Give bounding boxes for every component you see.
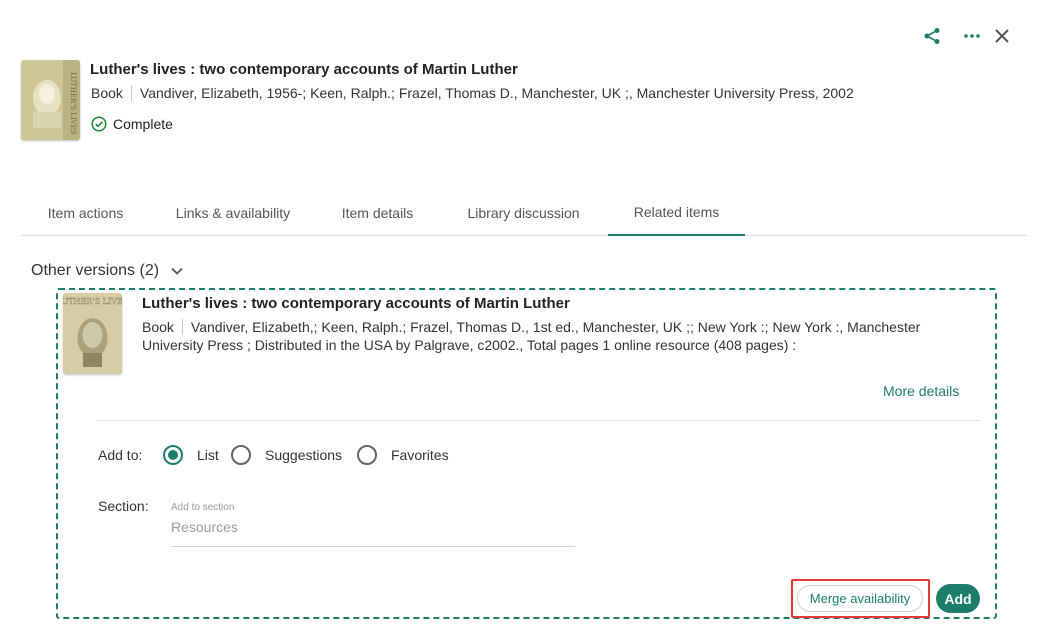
- version-metadata: Book Vandiver, Elizabeth,; Keen, Ralph.; …: [142, 318, 942, 354]
- record-details: Vandiver, Elizabeth, 1956-; Keen, Ralph.…: [139, 85, 854, 101]
- version-details-line2: University Press ; Distributed in the US…: [142, 337, 797, 353]
- tab-links-availability[interactable]: Links & availability: [150, 190, 316, 236]
- book-cover-image: LUTHER'S LIVES: [21, 60, 80, 140]
- merge-highlight-box: Merge availability: [791, 579, 930, 618]
- section-floating-label: Add to section: [171, 502, 235, 513]
- radio-checked-icon: [163, 445, 183, 465]
- cover-text: LUTHER'S LIVES: [69, 72, 77, 135]
- tab-related-items[interactable]: Related items: [608, 190, 745, 236]
- section-placeholder: Resources: [171, 519, 238, 535]
- section-input[interactable]: Add to section Resources: [171, 500, 575, 547]
- tab-library-discussion[interactable]: Library discussion: [439, 190, 608, 236]
- status-label: Complete: [113, 116, 173, 132]
- close-button[interactable]: [990, 24, 1014, 48]
- radio-suggestions[interactable]: Suggestions: [231, 445, 342, 465]
- chevron-down-icon: [171, 267, 183, 275]
- record-tabs: Item actions Links & availability Item d…: [21, 190, 1027, 236]
- version-title[interactable]: Luther's lives : two contemporary accoun…: [142, 295, 570, 312]
- merge-availability-button[interactable]: Merge availability: [797, 585, 923, 612]
- version-type: Book: [142, 319, 183, 335]
- radio-list-label: List: [197, 447, 219, 463]
- divider: [97, 420, 980, 421]
- check-circle-icon: [91, 116, 107, 132]
- radio-list[interactable]: List: [163, 445, 219, 465]
- more-details-link[interactable]: More details: [883, 383, 959, 399]
- tab-item-details[interactable]: Item details: [316, 190, 439, 236]
- more-options-button[interactable]: [960, 24, 984, 48]
- share-icon: [924, 28, 940, 44]
- other-versions-toggle[interactable]: Other versions (2): [31, 262, 183, 280]
- version-cover-thumbnail[interactable]: LUTHER'S LIVES: [63, 293, 122, 374]
- add-button[interactable]: Add: [936, 584, 980, 613]
- add-to-label: Add to:: [98, 447, 143, 463]
- other-versions-label: Other versions (2): [31, 262, 160, 279]
- record-type: Book: [91, 85, 132, 101]
- section-label: Section:: [98, 498, 149, 514]
- version-cover-image: LUTHER'S LIVES: [63, 293, 122, 374]
- radio-unchecked-icon: [231, 445, 251, 465]
- radio-unchecked-icon: [357, 445, 377, 465]
- version-cover-text: LUTHER'S LIVES: [63, 297, 122, 306]
- tab-item-actions[interactable]: Item actions: [21, 190, 150, 236]
- availability-status: Complete: [91, 116, 173, 132]
- radio-favorites[interactable]: Favorites: [357, 445, 449, 465]
- record-metadata: Book Vandiver, Elizabeth, 1956-; Keen, Ra…: [91, 84, 854, 102]
- version-details-line1: Vandiver, Elizabeth,; Keen, Ralph.; Fraz…: [190, 319, 921, 335]
- radio-suggestions-label: Suggestions: [265, 447, 343, 463]
- share-button[interactable]: [920, 24, 944, 48]
- radio-favorites-label: Favorites: [391, 447, 449, 463]
- record-title[interactable]: Luther's lives : two contemporary accoun…: [90, 61, 518, 78]
- book-cover-thumbnail[interactable]: LUTHER'S LIVES: [21, 60, 80, 140]
- more-horizontal-icon: [964, 34, 980, 38]
- close-icon: [995, 29, 1009, 43]
